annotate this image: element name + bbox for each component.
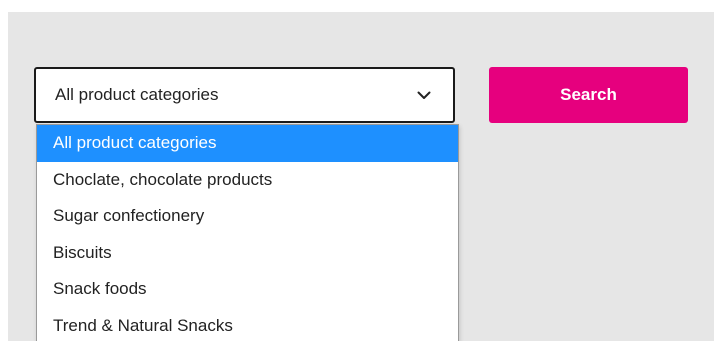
- category-dropdown-list: All product categories Choclate, chocola…: [36, 124, 459, 341]
- search-button[interactable]: Search: [489, 67, 688, 123]
- page: All product categories Search All produc…: [0, 0, 714, 341]
- dropdown-option-chocolate-products[interactable]: Choclate, chocolate products: [37, 162, 458, 199]
- dropdown-option-snack-foods[interactable]: Snack foods: [37, 271, 458, 308]
- category-select[interactable]: All product categories: [34, 67, 455, 123]
- category-select-value: All product categories: [55, 85, 219, 104]
- dropdown-option-sugar-confectionery[interactable]: Sugar confectionery: [37, 198, 458, 235]
- dropdown-option-trend-natural-snacks[interactable]: Trend & Natural Snacks: [37, 308, 458, 341]
- dropdown-option-all-product-categories[interactable]: All product categories: [37, 125, 458, 162]
- dropdown-option-biscuits[interactable]: Biscuits: [37, 235, 458, 272]
- chevron-down-icon: [417, 85, 453, 105]
